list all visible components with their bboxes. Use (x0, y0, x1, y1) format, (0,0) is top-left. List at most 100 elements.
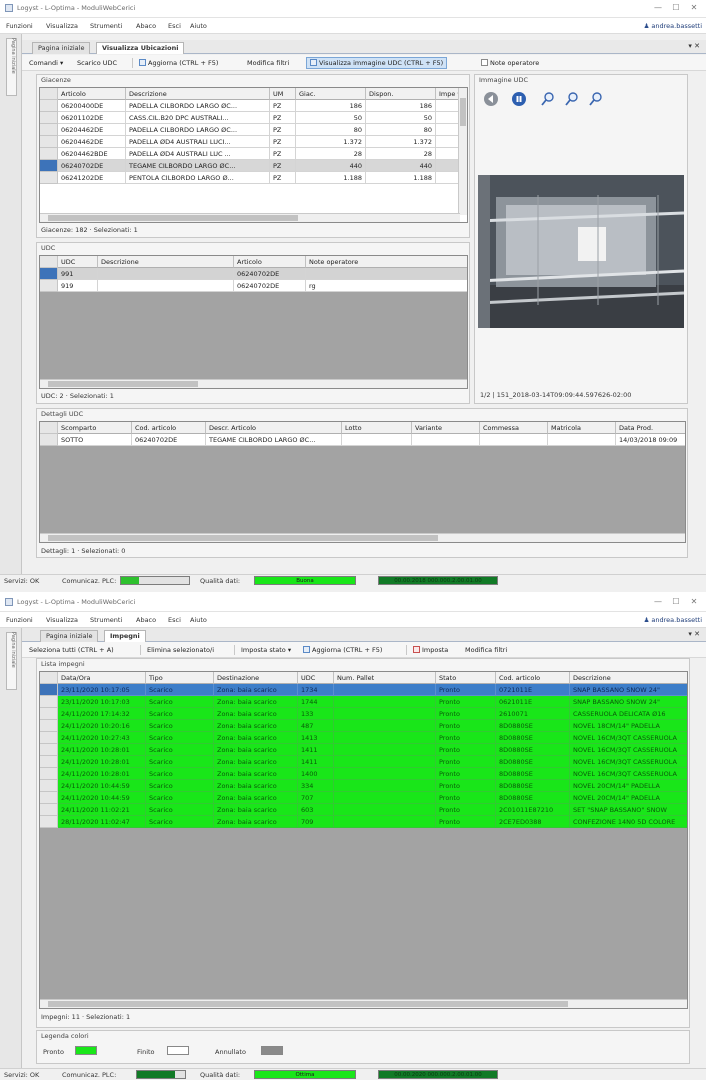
menu-strumenti[interactable]: Strumenti (90, 616, 122, 624)
close-button[interactable]: ✕ (686, 596, 702, 608)
table-row[interactable]: 24/11/2020 17:14:32 Scarico Zona: baia sca… (40, 708, 687, 720)
tab-pin-close[interactable]: ▾ ✕ (688, 42, 700, 50)
col-destinazione[interactable]: Destinazione (214, 672, 298, 684)
menu-visualizza[interactable]: Visualizza (46, 22, 78, 30)
zoom-fit-icon[interactable] (588, 91, 604, 107)
table-row[interactable]: 24/11/2020 10:28:01 Scarico Zona: baia sca… (40, 756, 687, 768)
col-um[interactable]: UM (270, 88, 296, 100)
col-udc[interactable]: UDC (58, 256, 98, 268)
row-selector[interactable] (40, 136, 58, 148)
tab-visualizza-ubicazioni[interactable]: Visualizza Ubicazioni (96, 42, 185, 54)
row-selector[interactable] (40, 124, 58, 136)
menu-aiuto[interactable]: Aiuto (190, 616, 207, 624)
tab-pagina-iniziale[interactable]: Pagina iniziale (40, 630, 99, 642)
row-selector[interactable] (40, 280, 58, 292)
col-dispon[interactable]: Dispon. (366, 88, 436, 100)
maximize-button[interactable]: ☐ (668, 2, 684, 14)
pause-icon[interactable] (512, 92, 526, 106)
imposta-button[interactable]: Imposta (410, 644, 451, 656)
user-name[interactable]: ♟ andrea.bassetti (644, 22, 702, 30)
col-note-operatore[interactable]: Note operatore (306, 256, 467, 268)
row-selector[interactable] (40, 732, 58, 744)
row-selector[interactable] (40, 172, 58, 184)
scarico-udc-button[interactable]: Scarico UDC (74, 57, 120, 69)
table-row[interactable]: 06204462DE PADELLA CILBORDO LARGO ØC... PZ… (40, 124, 460, 136)
row-selector[interactable] (40, 684, 58, 696)
menu-funzioni[interactable]: Funzioni (6, 22, 33, 30)
modifica-filtri-button[interactable]: Modifica filtri (462, 644, 510, 656)
seleziona-tutti-button[interactable]: Seleziona tutti (CTRL + A) (26, 644, 117, 656)
row-selector[interactable] (40, 434, 58, 446)
col-data-ora[interactable]: Data/Ora (58, 672, 146, 684)
table-row[interactable]: 06200400DE PADELLA CILBORDO LARGO ØC... PZ… (40, 100, 460, 112)
minimize-button[interactable]: — (650, 2, 666, 14)
row-selector[interactable] (40, 148, 58, 160)
row-selector[interactable] (40, 768, 58, 780)
col-giac[interactable]: Giac. (296, 88, 366, 100)
table-row[interactable]: 06204462BDE PADELLA ØD4 AUSTRALI LUC ... P… (40, 148, 460, 160)
table-row[interactable]: 24/11/2020 10:20:16 Scarico Zona: baia sca… (40, 720, 687, 732)
note-operatore-button[interactable]: Note operatore (478, 57, 542, 69)
col-stato[interactable]: Stato (436, 672, 496, 684)
row-selector[interactable] (40, 696, 58, 708)
row-selector[interactable] (40, 804, 58, 816)
udc-horizontal-scrollbar[interactable] (40, 379, 467, 388)
col-articolo[interactable]: Articolo (234, 256, 306, 268)
col-cod-articolo[interactable]: Cod. articolo (496, 672, 570, 684)
close-button[interactable]: ✕ (686, 2, 702, 14)
col-variante[interactable]: Variante (412, 422, 480, 434)
tab-pagina-iniziale[interactable]: Pagina iniziale (32, 42, 91, 54)
menu-esci[interactable]: Esci (168, 22, 181, 30)
row-selector[interactable] (40, 268, 58, 280)
col-udc[interactable]: UDC (298, 672, 334, 684)
table-row[interactable]: 06201102DE CASS.CIL.B20 DPC AUSTRALI... PZ… (40, 112, 460, 124)
giacenze-horizontal-scrollbar[interactable] (40, 213, 460, 222)
table-row[interactable]: 24/11/2020 10:28:01 Scarico Zona: baia sca… (40, 744, 687, 756)
dettagli-horizontal-scrollbar[interactable] (40, 533, 685, 542)
table-row[interactable]: 23/11/2020 10:17:03 Scarico Zona: baia sca… (40, 696, 687, 708)
col-descrizione[interactable]: Descrizione (98, 256, 234, 268)
table-row[interactable]: 24/11/2020 10:44:59 Scarico Zona: baia sca… (40, 792, 687, 804)
menu-abaco[interactable]: Abaco (136, 616, 156, 624)
row-selector[interactable] (40, 720, 58, 732)
table-row[interactable]: 991 06240702DE (40, 268, 467, 280)
menu-esci[interactable]: Esci (168, 616, 181, 624)
scrollbar-thumb[interactable] (460, 98, 466, 126)
zoom-out-icon[interactable] (564, 91, 580, 107)
scrollbar-thumb[interactable] (48, 1001, 568, 1007)
row-selector[interactable] (40, 112, 58, 124)
scrollbar-thumb[interactable] (48, 381, 198, 387)
aggiorna-button[interactable]: Aggiorna (CTRL + F5) (136, 57, 221, 69)
zoom-in-icon[interactable] (540, 91, 556, 107)
menu-strumenti[interactable]: Strumenti (90, 22, 122, 30)
table-row[interactable]: 28/11/2020 11:02:47 Scarico Zona: baia sca… (40, 816, 687, 828)
minimize-button[interactable]: — (650, 596, 666, 608)
table-row[interactable]: 24/11/2020 11:02:21 Scarico Zona: baia sca… (40, 804, 687, 816)
table-row[interactable]: 23/11/2020 10:17:05 Scarico Zona: baia sca… (40, 684, 687, 696)
menu-funzioni[interactable]: Funzioni (6, 616, 33, 624)
menu-abaco[interactable]: Abaco (136, 22, 156, 30)
table-row[interactable]: 24/11/2020 10:44:59 Scarico Zona: baia sca… (40, 780, 687, 792)
maximize-button[interactable]: ☐ (668, 596, 684, 608)
tab-pin-close[interactable]: ▾ ✕ (688, 630, 700, 638)
row-selector[interactable] (40, 708, 58, 720)
menu-aiuto[interactable]: Aiuto (190, 22, 207, 30)
table-row[interactable]: 24/11/2020 10:27:43 Scarico Zona: baia sca… (40, 732, 687, 744)
row-selector[interactable] (40, 816, 58, 828)
modifica-filtri-button[interactable]: Modifica filtri (244, 57, 292, 69)
row-selector[interactable] (40, 744, 58, 756)
back-icon[interactable] (484, 92, 498, 106)
col-scomparto[interactable]: Scomparto (58, 422, 132, 434)
giacenze-vertical-scrollbar[interactable] (458, 88, 467, 215)
elimina-selezionati-button[interactable]: Elimina selezionato/i (144, 644, 217, 656)
col-descrizione[interactable]: Descrizione (126, 88, 270, 100)
table-row[interactable]: 06240702DE TEGAME CILBORDO LARGO ØC... PZ 4… (40, 160, 460, 172)
col-descr-articolo[interactable]: Descr. Articolo (206, 422, 342, 434)
col-cod-articolo[interactable]: Cod. articolo (132, 422, 206, 434)
visualizza-immagine-button[interactable]: Visualizza immagine UDC (CTRL + F5) (306, 57, 448, 69)
col-articolo[interactable]: Articolo (58, 88, 126, 100)
row-selector[interactable] (40, 160, 58, 172)
side-tab-pagina-iniziale[interactable]: Pagina iniziale (6, 632, 17, 690)
menu-visualizza[interactable]: Visualizza (46, 616, 78, 624)
table-row[interactable]: SOTTO 06240702DE TEGAME CILBORDO LARGO ØC.… (40, 434, 685, 446)
